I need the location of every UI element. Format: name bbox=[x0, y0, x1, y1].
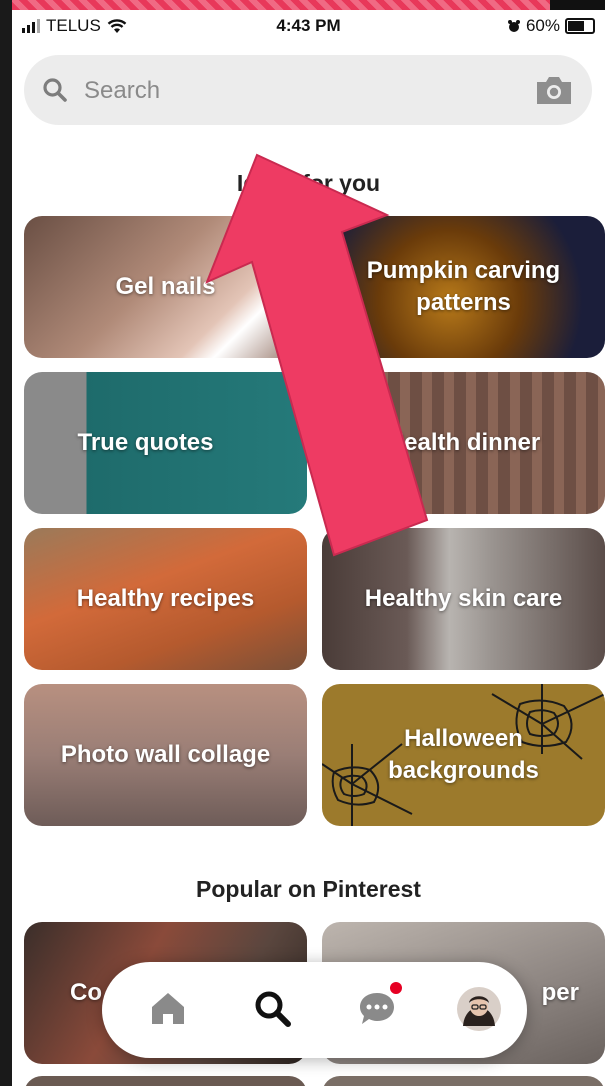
idea-tile-health-dinner[interactable]: Health dinner bbox=[322, 372, 605, 514]
idea-tile-gel-nails[interactable]: Gel nails bbox=[24, 216, 307, 358]
idea-tile-healthy-recipes[interactable]: Healthy recipes bbox=[24, 528, 307, 670]
idea-tile-label: Gel nails bbox=[115, 273, 216, 300]
notification-dot bbox=[390, 982, 402, 994]
alarm-icon bbox=[507, 20, 520, 32]
popular-tile-label: per bbox=[541, 979, 579, 1006]
idea-tile-label: Healthy skin care bbox=[364, 585, 563, 612]
idea-tile-healthy-skin-care[interactable]: Healthy skin care bbox=[322, 528, 605, 670]
popular-title: Popular on Pinterest bbox=[196, 876, 421, 902]
status-bar: TELUS 4:43 PM 60% bbox=[12, 10, 605, 44]
profile-avatar[interactable] bbox=[456, 986, 502, 1032]
idea-tile-label: Health dinner bbox=[386, 429, 541, 456]
popular-tile-4[interactable] bbox=[322, 1076, 605, 1086]
idea-tile-label: True quotes bbox=[77, 429, 214, 456]
battery-icon bbox=[565, 18, 595, 34]
status-corner bbox=[550, 0, 605, 10]
bottom-nav bbox=[102, 962, 527, 1058]
status-right: 60% bbox=[507, 16, 595, 36]
popular-tile-3[interactable] bbox=[24, 1076, 307, 1086]
idea-tile-true-quotes[interactable]: True quotes bbox=[24, 372, 307, 514]
camera-icon[interactable] bbox=[534, 73, 574, 107]
idea-tile-halloween-backgrounds[interactable]: Halloween backgrounds bbox=[322, 684, 605, 826]
idea-tile-label: Healthy recipes bbox=[76, 585, 255, 612]
idea-tile-label: Halloween backgrounds bbox=[388, 725, 539, 784]
search-icon[interactable] bbox=[252, 988, 294, 1030]
messages-icon[interactable] bbox=[356, 988, 398, 1030]
idea-tile-photo-wall-collage[interactable]: Photo wall collage bbox=[24, 684, 307, 826]
idea-tile-pumpkin-carving[interactable]: Pumpkin carving patterns bbox=[322, 216, 605, 358]
battery-percent: 60% bbox=[525, 16, 560, 35]
search-bar[interactable] bbox=[24, 55, 592, 125]
ideas-title: Ideas for you bbox=[236, 170, 381, 196]
home-icon[interactable] bbox=[148, 988, 188, 1028]
idea-tile-label: Pumpkin carving patterns bbox=[366, 257, 561, 316]
search-icon bbox=[43, 78, 67, 102]
popular-tile-label: Co bbox=[70, 979, 102, 1006]
recording-banner bbox=[12, 0, 605, 10]
search-input[interactable] bbox=[82, 73, 506, 109]
app-screen: TELUS 4:43 PM 60% Ideas for you Gel nail… bbox=[12, 0, 605, 1086]
idea-tile-label: Photo wall collage bbox=[60, 741, 271, 768]
